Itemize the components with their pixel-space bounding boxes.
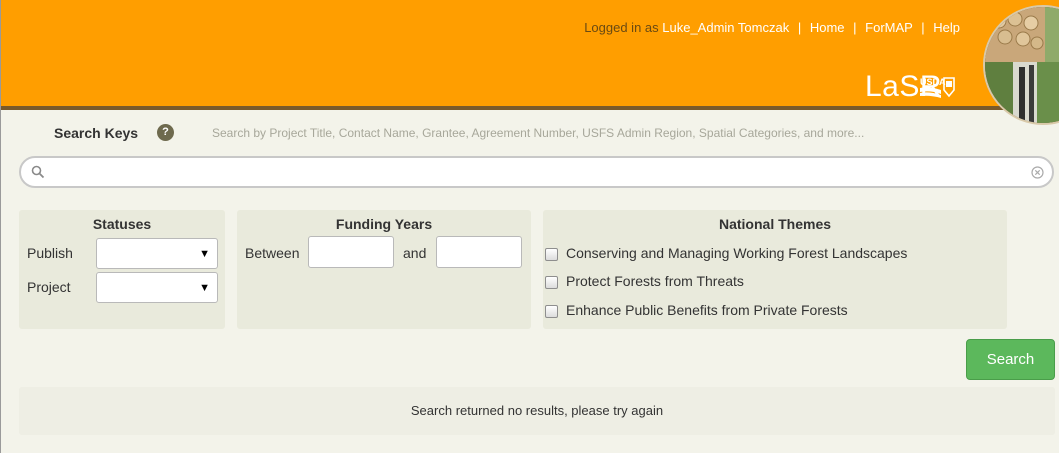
user-link[interactable]: Luke_Admin Tomczak bbox=[662, 20, 789, 35]
nav-home-link[interactable]: Home bbox=[810, 20, 845, 35]
nav-help-link[interactable]: Help bbox=[933, 20, 960, 35]
forest-photo-icon bbox=[983, 5, 1059, 125]
usda-logo-icon: USDA bbox=[920, 77, 955, 98]
nav-formap-link[interactable]: ForMAP bbox=[865, 20, 912, 35]
year-from-input[interactable] bbox=[308, 236, 394, 268]
theme-label: Enhance Public Benefits from Private For… bbox=[566, 302, 848, 318]
search-button[interactable]: Search bbox=[966, 339, 1055, 380]
theme-label: Conserving and Managing Working Forest L… bbox=[566, 245, 908, 261]
search-input[interactable] bbox=[53, 162, 1013, 182]
help-icon[interactable]: ? bbox=[157, 124, 174, 141]
project-label: Project bbox=[27, 279, 71, 295]
project-select[interactable]: ▼ bbox=[96, 272, 218, 303]
theme-checkbox[interactable] bbox=[545, 248, 558, 261]
between-label: Between bbox=[245, 245, 300, 261]
publish-select[interactable]: ▼ bbox=[96, 238, 218, 269]
dropdown-arrow-icon: ▼ bbox=[199, 248, 210, 260]
funding-years-title: Funding Years bbox=[335, 216, 433, 232]
statuses-panel: Statuses Publish ▼ Project ▼ bbox=[19, 210, 225, 329]
national-themes-title: National Themes bbox=[718, 216, 832, 232]
national-themes-panel: National Themes Conserving and Managing … bbox=[543, 210, 1007, 329]
search-bar bbox=[19, 156, 1054, 188]
theme-label: Protect Forests from Threats bbox=[566, 273, 744, 289]
results-message: Search returned no results, please try a… bbox=[410, 403, 664, 418]
svg-text:USDA: USDA bbox=[920, 77, 946, 87]
header-bar: Logged in as Luke_Admin Tomczak | Home |… bbox=[1, 0, 1059, 125]
logged-in-prefix: Logged in as bbox=[584, 20, 659, 35]
clear-icon[interactable] bbox=[1031, 166, 1044, 179]
statuses-title: Statuses bbox=[92, 216, 152, 232]
publish-label: Publish bbox=[27, 245, 73, 261]
search-keys-label: Search Keys bbox=[54, 125, 139, 141]
search-keys-hint: Search by Project Title, Contact Name, G… bbox=[212, 126, 865, 140]
top-nav: Logged in as Luke_Admin Tomczak | Home |… bbox=[584, 20, 960, 35]
nav-separator: | bbox=[921, 20, 925, 35]
search-icon bbox=[31, 165, 45, 179]
and-label: and bbox=[403, 245, 427, 261]
funding-years-panel: Funding Years Between and bbox=[237, 210, 531, 329]
nav-separator: | bbox=[853, 20, 857, 35]
theme-checkbox[interactable] bbox=[545, 305, 558, 318]
results-panel: Search returned no results, please try a… bbox=[19, 387, 1055, 435]
nav-separator: | bbox=[797, 20, 802, 35]
dropdown-arrow-icon: ▼ bbox=[199, 282, 210, 294]
year-to-input[interactable] bbox=[436, 236, 522, 268]
app-frame: Logged in as Luke_Admin Tomczak | Home |… bbox=[0, 0, 1059, 453]
theme-checkbox[interactable] bbox=[545, 276, 558, 289]
